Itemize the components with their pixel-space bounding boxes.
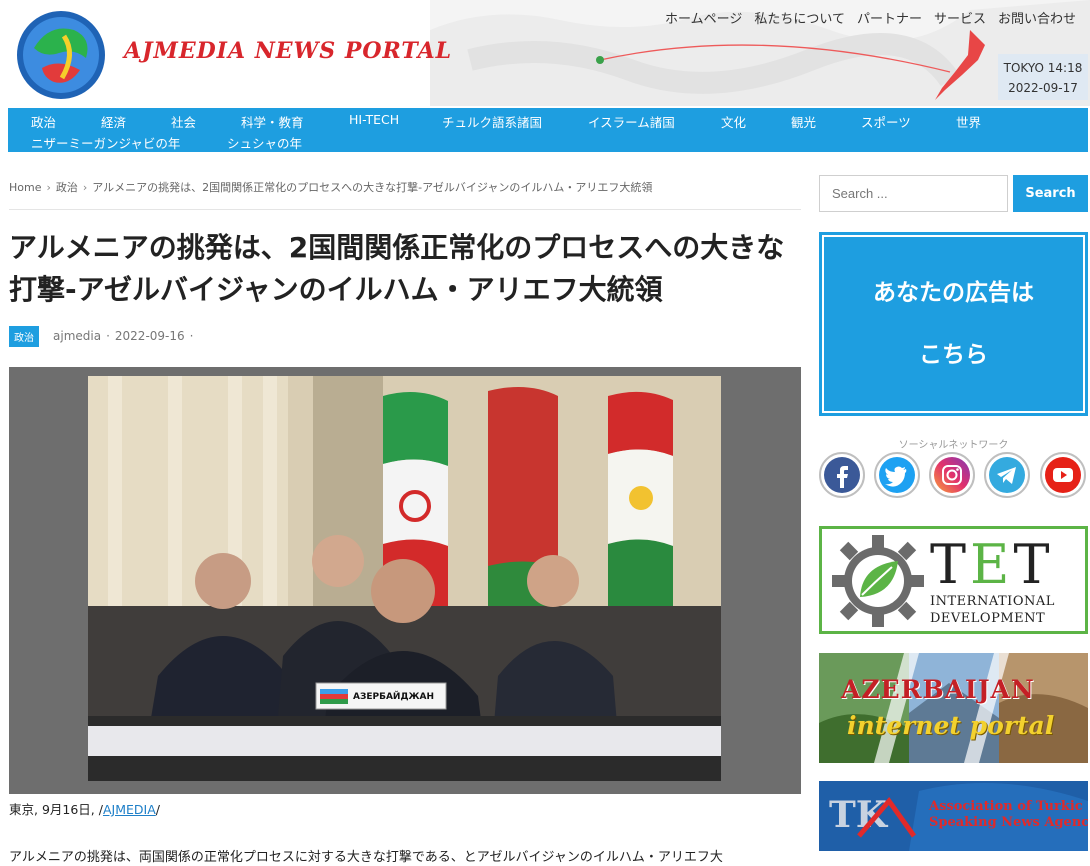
site-logo-text[interactable]: AJMEDIA NEWS PORTAL xyxy=(124,38,452,64)
nav-item-sports[interactable]: スポーツ xyxy=(861,112,911,131)
breadcrumb: Home › 政治 › アルメニアの挑発は、2国間関係正常化のプロセスへの大きな打撃-ア… xyxy=(9,179,652,195)
azerbaijan-title: AZERBAIJAN xyxy=(841,675,1035,704)
facebook-icon xyxy=(824,457,860,493)
top-nav-home[interactable]: ホームページ xyxy=(665,8,742,27)
gear-leaf-icon xyxy=(832,535,924,627)
instagram-link[interactable] xyxy=(929,452,975,498)
instagram-icon xyxy=(934,457,970,493)
nav-item-politics[interactable]: 政治 xyxy=(31,112,56,131)
article-photo: АЗЕРБАЙДЖАН xyxy=(88,376,721,781)
nav-item-culture[interactable]: 文化 xyxy=(721,112,746,131)
tet-subtitle-line-1: INTERNATIONAL xyxy=(930,594,1055,609)
tet-development-banner[interactable]: TET INTERNATIONAL DEVELOPMENT xyxy=(819,526,1088,634)
search-input[interactable] xyxy=(819,175,1008,212)
twitter-link[interactable] xyxy=(874,452,920,498)
ad-line-2: こちら xyxy=(919,342,988,368)
caption-source-link[interactable]: AJMEDIA xyxy=(103,802,156,817)
top-nav-services[interactable]: サービス xyxy=(934,8,986,27)
internet-portal-subtitle: internet portal xyxy=(847,711,1055,740)
nav-item-nizami-year[interactable]: ニザーミーガンジャビの年 xyxy=(31,133,180,152)
search-button[interactable]: Search xyxy=(1013,175,1088,212)
article-meta: 政治 ajmedia · 2022-09-16 · xyxy=(9,325,198,347)
tet-logo-text: TET xyxy=(930,535,1053,595)
breadcrumb-home[interactable]: Home xyxy=(9,181,41,194)
breadcrumb-current: アルメニアの挑発は、2国間関係正常化のプロセスへの大きな打撃-アゼルバイジャンの… xyxy=(92,181,653,194)
tet-subtitle-line-2: DEVELOPMENT xyxy=(930,611,1046,626)
clock-date: 2022-09-17 xyxy=(1008,81,1078,95)
article-title: アルメニアの挑発は、2国間関係正常化のプロセスへの大きな打撃-アゼルバイジャンの… xyxy=(9,231,785,306)
ad-line-1: あなたの広告は xyxy=(873,280,1034,306)
breadcrumb-separator: › xyxy=(46,181,51,194)
caption-suffix: / xyxy=(155,802,160,817)
nav-item-science-education[interactable]: 科学・教育 xyxy=(241,112,304,131)
article-author[interactable]: ajmedia xyxy=(53,329,101,343)
meta-separator: · xyxy=(189,329,194,343)
tet-logo-letters: TET xyxy=(930,533,1054,596)
telegram-icon xyxy=(989,457,1025,493)
image-caption: 東京, 9月16日, /AJMEDIA/ xyxy=(9,799,160,818)
top-nav-partners[interactable]: パートナー xyxy=(857,8,922,27)
nav-item-hi-tech[interactable]: HI-TECH xyxy=(349,112,399,127)
nav-item-tourism[interactable]: 観光 xyxy=(791,112,816,131)
main-navigation: 政治 経済 社会 科学・教育 HI-TECH チュルク語系諸国 イスラーム諸国 … xyxy=(8,108,1088,152)
youtube-icon xyxy=(1045,457,1081,493)
article-first-paragraph: アルメニアの挑発は、両国関係の正常化プロセスに対する大きな打撃である、とアゼルバ… xyxy=(9,850,723,865)
nav-item-world[interactable]: 世界 xyxy=(956,112,981,131)
tk-line-2: Speaking News Agencies xyxy=(929,815,1088,830)
social-networks-title: ソーシャルネットワーク xyxy=(898,440,1009,451)
nav-item-shusha-year[interactable]: シュシャの年 xyxy=(227,133,302,152)
clock-time: TOKYO 14:18 xyxy=(1003,61,1083,75)
tk-line-1: Association of Turkic xyxy=(929,799,1083,814)
article-image-frame: АЗЕРБАЙДЖАН xyxy=(9,367,801,794)
nav-item-economy[interactable]: 経済 xyxy=(101,112,126,131)
youtube-link[interactable] xyxy=(1040,452,1086,498)
landscape-image xyxy=(819,653,1088,763)
facebook-link[interactable] xyxy=(819,452,865,498)
article-date: 2022-09-16 xyxy=(114,329,185,343)
breadcrumb-separator: › xyxy=(82,181,88,194)
country-nameplate: АЗЕРБАЙДЖАН xyxy=(353,690,434,702)
advertise-here-banner[interactable]: あなたの広告は こちら xyxy=(819,232,1088,416)
telegram-link[interactable] xyxy=(984,452,1030,498)
top-nav-contact[interactable]: お問い合わせ xyxy=(998,8,1076,27)
category-badge[interactable]: 政治 xyxy=(9,325,39,347)
twitter-icon xyxy=(879,457,915,493)
nav-item-society[interactable]: 社会 xyxy=(171,112,196,131)
tokyo-clock: TOKYO 14:18 2022-09-17 xyxy=(998,54,1088,100)
top-nav-about[interactable]: 私たちについて xyxy=(754,8,845,27)
ajmedia-logo-icon[interactable] xyxy=(14,8,108,102)
top-navigation: ホームページ 私たちについて パートナー サービス お問い合わせ xyxy=(665,8,1076,27)
nav-item-turkic-states[interactable]: チュルク語系諸国 xyxy=(442,112,542,131)
tet-subtitle: INTERNATIONAL DEVELOPMENT xyxy=(930,593,1055,627)
breadcrumb-category[interactable]: 政治 xyxy=(56,181,78,194)
site-header: AJMEDIA NEWS PORTAL ホームページ 私たちについて パートナー… xyxy=(0,0,1090,106)
turkic-news-agencies-banner[interactable]: TK Association of Turkic Speaking News A… xyxy=(819,781,1088,851)
divider xyxy=(9,209,801,210)
caption-prefix: 東京, 9月16日, / xyxy=(9,802,103,817)
meta-separator: · xyxy=(106,329,110,343)
nav-item-islamic-states[interactable]: イスラーム諸国 xyxy=(588,112,675,131)
azerbaijan-portal-banner[interactable]: AZERBAIJAN internet portal xyxy=(819,653,1088,763)
